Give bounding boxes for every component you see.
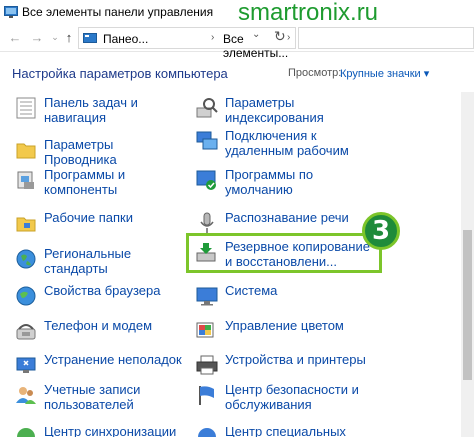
item-taskbar[interactable]: Панель задач и навигация [14,95,184,127]
item-default-programs[interactable]: Программы по умолчанию [195,167,385,199]
sync-center-icon [17,428,35,437]
item-label: Программы по умолчанию [225,167,314,197]
watermark: smartronix.ru [238,0,379,26]
forward-arrow-icon[interactable]: → [28,28,46,46]
item-label: Телефон и модем [44,318,153,333]
item-label: Центр синхронизации [44,424,177,437]
item-phone-modem[interactable]: Телефон и модем [14,318,184,350]
folder-options-icon [16,143,36,159]
item-remote-desktop[interactable]: Подключения к удаленным рабочим [195,128,385,160]
accessibility-icon [198,428,216,437]
programs-icon [17,171,34,189]
item-ease-of-access[interactable]: Центр специальных [195,424,385,437]
item-label: Подключения к удаленным рабочим [225,128,349,158]
item-sync-center[interactable]: Центр синхронизации [14,424,184,437]
item-explorer-options[interactable]: Параметры Проводника [14,137,184,169]
item-label: Управление цветом [225,318,344,333]
item-label: Программы и компоненты [44,167,126,197]
item-label: Система [225,283,278,298]
window-title: Все элементы панели управления [22,5,214,19]
item-label: Рабочие папки [44,210,133,225]
refresh-icon[interactable]: ↻ [274,28,286,45]
control-panel-icon [4,6,18,18]
search-input[interactable] [298,27,474,49]
item-label: Центр специальных [225,424,346,437]
printer-icon [196,355,218,375]
microphone-icon [200,212,214,233]
item-color-management[interactable]: Управление цветом [195,318,385,350]
breadcrumb-separator[interactable]: › [287,32,290,43]
item-user-accounts[interactable]: Учетные записи пользователей [14,382,184,414]
vertical-scrollbar[interactable] [461,92,474,437]
browser-icon [16,286,36,306]
default-programs-icon [196,170,216,190]
address-bar[interactable]: Панео... › Все элементы... › [78,27,296,60]
breadcrumb-control-panel[interactable]: Панео... [103,32,148,46]
phone-modem-icon [16,324,36,340]
navigation-bar: ← → ⌄ ↑ Панео... › Все элементы... › ⌄ ↻ [0,24,474,60]
item-label: Свойства браузера [44,283,161,298]
system-icon [196,287,218,306]
page-title: Настройка параметров компьютера [12,66,228,81]
item-work-folders[interactable]: Рабочие папки [14,210,184,242]
title-bar: Все элементы панели управления [0,0,474,24]
item-devices-printers[interactable]: Устройства и принтеры [195,352,385,384]
indexing-icon [196,98,218,118]
region-icon [16,249,36,269]
item-label: Распознавание речи [225,210,349,225]
item-indexing-options[interactable]: Параметры индексирования [195,95,385,127]
item-label: Параметры Проводника [44,137,117,167]
view-mode-select[interactable]: Крупные значки ▾ [340,67,429,80]
taskbar-icon [16,97,36,119]
item-label: Устранение неполадок [44,352,182,367]
security-flag-icon [199,386,214,405]
address-dropdown-icon[interactable]: ⌄ [252,29,260,40]
item-security-maintenance[interactable]: Центр безопасности и обслуживания [195,382,385,414]
troubleshoot-icon [16,357,36,373]
back-arrow-icon[interactable]: ← [6,28,24,46]
color-management-icon [196,322,214,338]
item-label: Региональные стандарты [44,246,132,276]
item-label: Панель задач и навигация [44,95,138,125]
scrollbar-thumb[interactable] [463,230,472,380]
item-label: Учетные записи пользователей [44,382,141,412]
step-number-badge: 3 [362,212,400,250]
highlight-frame [186,233,382,273]
work-folders-icon [16,217,36,232]
item-programs-features[interactable]: Программы и компоненты [14,167,184,199]
item-region[interactable]: Региональные стандарты [14,246,184,278]
computer-icon [83,33,97,43]
remote-desktop-icon [196,131,218,150]
user-accounts-icon [16,387,36,404]
item-label: Устройства и принтеры [225,352,366,367]
up-arrow-icon[interactable]: ↑ [60,28,78,46]
item-label: Параметры индексирования [225,95,324,125]
item-troubleshooting[interactable]: Устранение неполадок [14,352,184,384]
item-label: Центр безопасности и обслуживания [225,382,359,412]
breadcrumb-separator[interactable]: › [211,32,214,43]
view-label: Просмотр: [288,67,342,79]
item-system[interactable]: Система [195,283,385,315]
item-browser-properties[interactable]: Свойства браузера [14,283,184,315]
